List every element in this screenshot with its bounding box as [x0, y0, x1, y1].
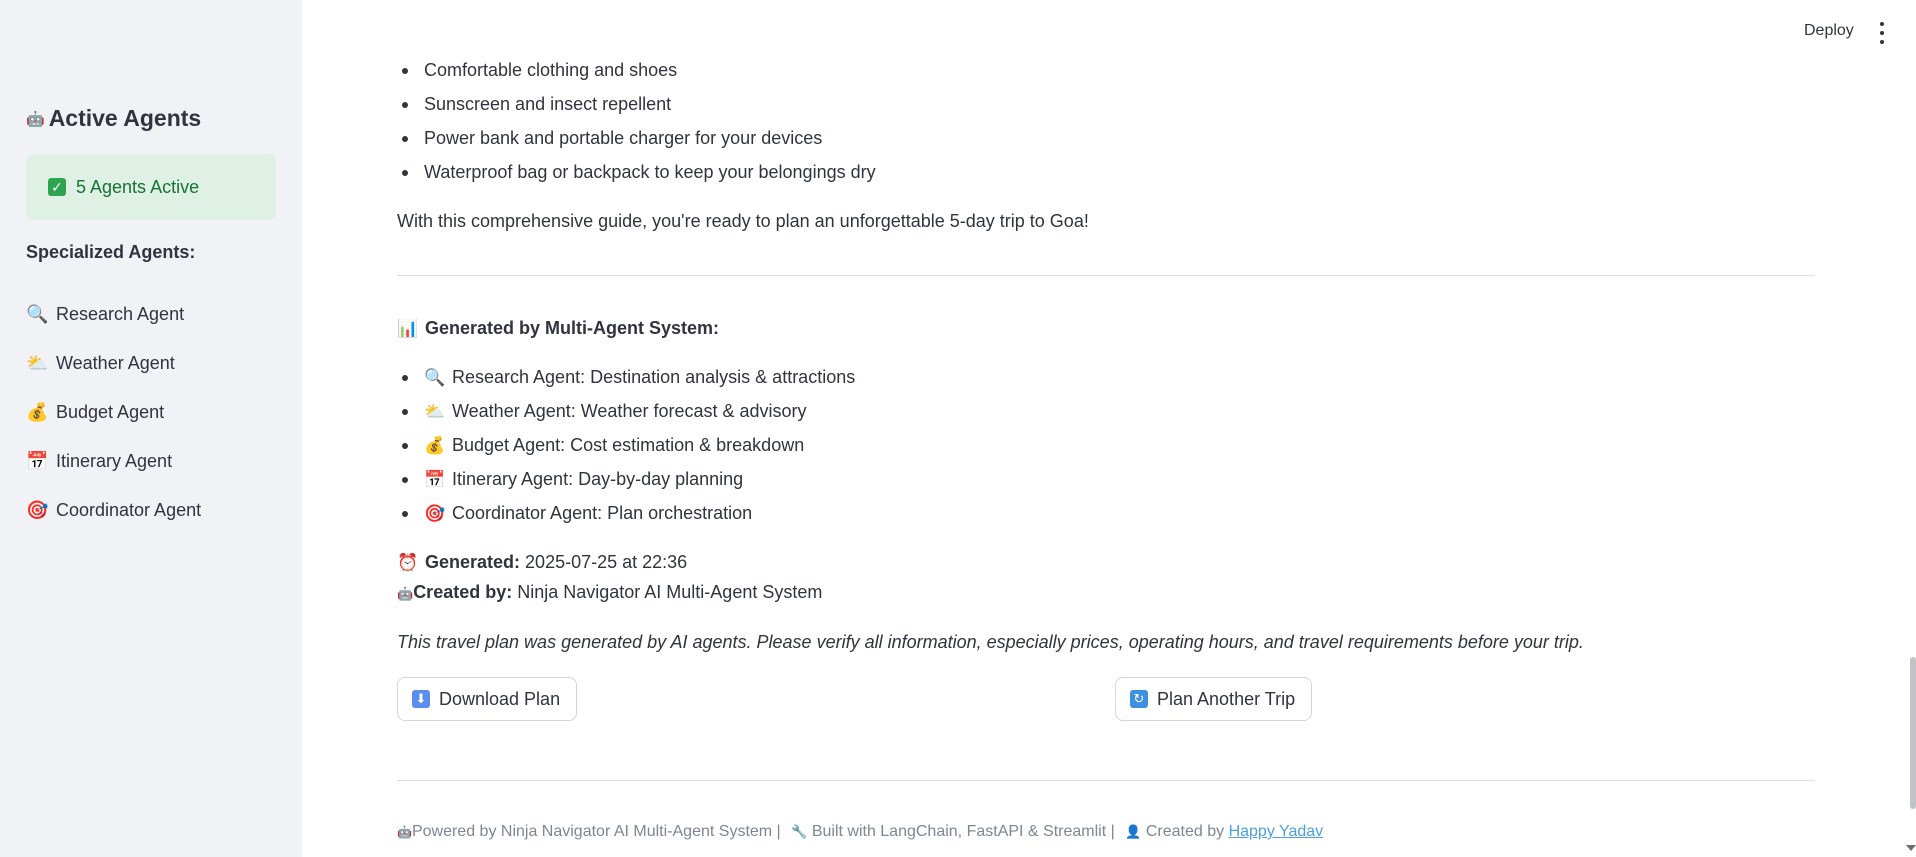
target-icon: 🎯 [26, 500, 49, 520]
sidebar-agent-list: 🔍 Research Agent ⛅ Weather Agent 💰 Budge… [26, 290, 201, 535]
alarm-clock-icon: ⏰ [397, 553, 419, 572]
inbox-tray-icon: ⬇ [412, 690, 430, 708]
agents-status-text: 5 Agents Active [76, 176, 200, 197]
main-menu-icon[interactable] [1876, 22, 1888, 44]
sidebar-agent-research: 🔍 Research Agent [26, 290, 201, 339]
list-item-text: Itinerary Agent: Day-by-day planning [452, 469, 744, 489]
generated-timestamp: ⏰ Generated: 2025-07-25 at 22:36 [397, 552, 687, 573]
created-value: Ninja Navigator AI Multi-Agent System [517, 582, 823, 602]
generated-label: Generated: [425, 552, 521, 572]
list-item-text: Research Agent: Destination analysis & a… [452, 367, 856, 387]
plan-another-trip-button[interactable]: ↻ Plan Another Trip [1115, 677, 1312, 721]
robot-icon: 🤖 [26, 110, 45, 128]
list-item: 📅 Itinerary Agent: Day-by-day planning [397, 462, 855, 496]
author-link[interactable]: Happy Yadav [1229, 823, 1324, 840]
list-item: Comfortable clothing and shoes [397, 53, 876, 87]
sidebar-agent-label: Coordinator Agent [56, 500, 202, 520]
generated-heading: 📊 Generated by Multi-Agent System: [397, 318, 719, 339]
sun-cloud-icon: ⛅ [424, 402, 446, 421]
packing-list: Comfortable clothing and shoes Sunscreen… [397, 53, 876, 189]
money-bag-icon: 💰 [26, 402, 49, 422]
sidebar-title: 🤖 Active Agents [26, 105, 201, 132]
sidebar-agent-budget: 💰 Budget Agent [26, 388, 201, 437]
disclaimer-text: This travel plan was generated by AI age… [397, 632, 1584, 652]
list-item: 💰 Budget Agent: Cost estimation & breakdo… [397, 428, 855, 462]
footer-built-text: Built with LangChain, FastAPI & Streamli… [811, 823, 1115, 840]
list-item-text: Weather Agent: Weather forecast & adviso… [452, 401, 807, 421]
download-plan-button[interactable]: ⬇ Download Plan [397, 677, 577, 721]
magnifier-icon: 🔍 [424, 368, 446, 387]
agents-status-box: ✓ 5 Agents Active [26, 154, 276, 220]
sidebar-agent-itinerary: 📅 Itinerary Agent [26, 437, 201, 486]
generated-heading-text: Generated by Multi-Agent System: [425, 318, 720, 338]
sidebar-title-text: Active Agents [48, 105, 202, 131]
checkmark-icon: ✓ [48, 178, 66, 196]
bar-chart-icon: 📊 [397, 319, 419, 338]
list-item: Sunscreen and insect repellent [397, 87, 876, 121]
sidebar-agent-label: Research Agent [56, 304, 185, 324]
footer: 🤖Powered by Ninja Navigator AI Multi-Age… [397, 823, 1323, 841]
footer-powered-text: Powered by Ninja Navigator AI Multi-Agen… [411, 823, 781, 840]
specialized-agents-heading: Specialized Agents: [26, 242, 196, 262]
sidebar-agent-label: Itinerary Agent [56, 451, 173, 471]
sidebar-agent-coordinator: 🎯 Coordinator Agent [26, 486, 201, 535]
target-icon: 🎯 [424, 504, 446, 523]
footer-created-prefix: Created by [1145, 823, 1225, 840]
created-label: Created by: [413, 582, 513, 602]
robot-icon: 🤖 [397, 825, 412, 839]
agent-summary-list: 🔍 Research Agent: Destination analysis & … [397, 360, 855, 530]
plan-another-trip-label: Plan Another Trip [1157, 688, 1296, 709]
scroll-down-arrow-icon[interactable] [1906, 845, 1916, 851]
refresh-icon: ↻ [1130, 690, 1148, 708]
calendar-icon: 📅 [26, 451, 49, 471]
sidebar-agent-weather: ⛅ Weather Agent [26, 339, 201, 388]
list-item-text: Budget Agent: Cost estimation & breakdow… [452, 435, 805, 455]
list-item: Waterproof bag or backpack to keep your … [397, 155, 876, 189]
divider [397, 780, 1815, 781]
list-item-text: Coordinator Agent: Plan orchestration [452, 503, 753, 523]
list-item: ⛅ Weather Agent: Weather forecast & advis… [397, 394, 855, 428]
sidebar: 🤖 Active Agents ✓ 5 Agents Active Specia… [0, 0, 302, 857]
robot-icon: 🤖 [397, 586, 414, 601]
scrollbar-thumb[interactable] [1910, 657, 1916, 809]
list-item: Power bank and portable charger for your… [397, 121, 876, 155]
closing-text: With this comprehensive guide, you're re… [397, 211, 1089, 231]
wrench-icon: 🔧 [791, 824, 808, 839]
money-bag-icon: 💰 [424, 436, 446, 455]
generated-value: 2025-07-25 at 22:36 [525, 552, 688, 572]
person-icon: 👤 [1125, 824, 1142, 839]
created-by: 🤖Created by: Ninja Navigator AI Multi-Ag… [397, 582, 822, 603]
divider [397, 275, 1815, 276]
list-item: 🎯 Coordinator Agent: Plan orchestration [397, 496, 855, 530]
deploy-button[interactable]: Deploy [1804, 22, 1854, 40]
calendar-icon: 📅 [424, 470, 446, 489]
download-plan-label: Download Plan [439, 688, 561, 709]
list-item: 🔍 Research Agent: Destination analysis & … [397, 360, 855, 394]
sidebar-agent-label: Budget Agent [56, 402, 165, 422]
magnifier-icon: 🔍 [26, 304, 49, 324]
sidebar-agent-label: Weather Agent [56, 353, 175, 373]
sun-cloud-icon: ⛅ [26, 353, 49, 373]
